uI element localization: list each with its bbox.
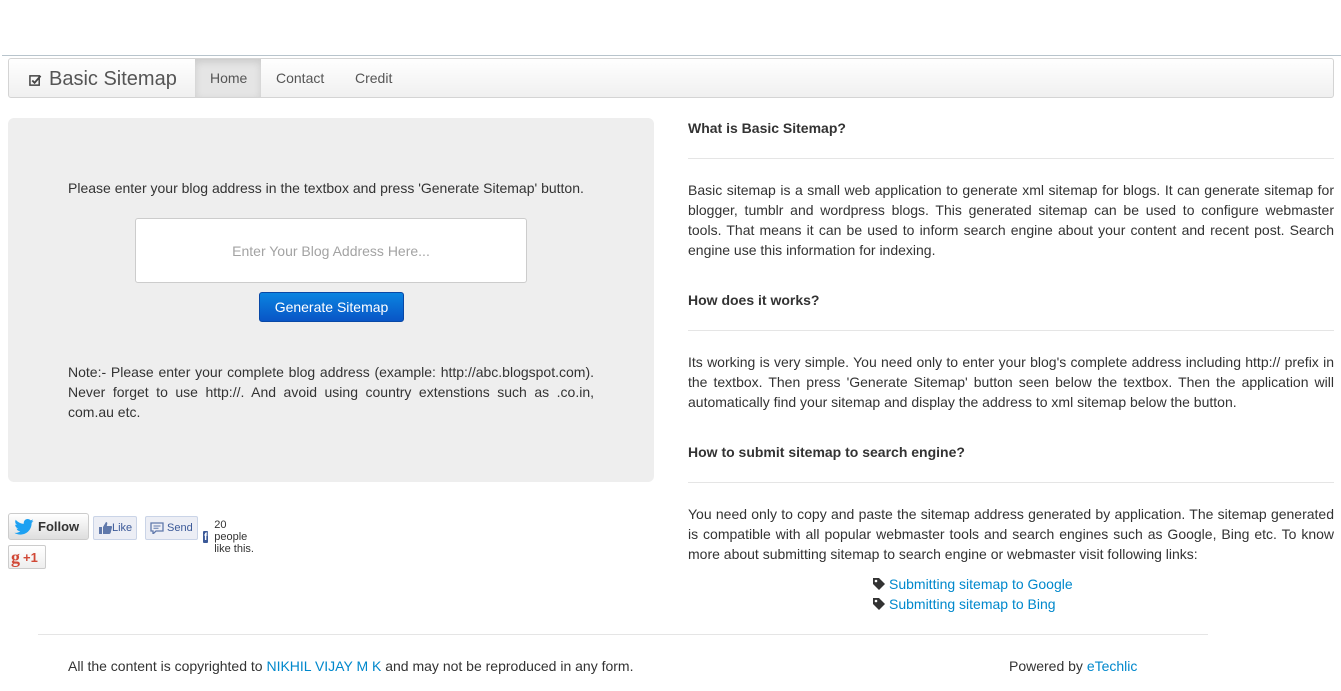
facebook-like-button[interactable]: Like <box>93 516 138 540</box>
tag-icon <box>873 578 885 590</box>
speech-bubble-icon <box>150 522 164 534</box>
generate-sitemap-button[interactable]: Generate Sitemap <box>259 292 404 322</box>
twitter-follow-button[interactable]: Follow <box>8 513 89 540</box>
section-divider <box>688 158 1334 159</box>
twitter-bird-icon <box>14 518 34 535</box>
brand-title: Basic Sitemap <box>49 67 177 90</box>
footer-powered: Powered by eTechlic <box>1009 658 1137 674</box>
blog-address-input[interactable] <box>135 218 527 283</box>
section-divider <box>688 482 1334 483</box>
footer-divider <box>38 634 1208 635</box>
google-plus-button[interactable]: g +1 <box>8 545 46 569</box>
bing-sitemap-link[interactable]: Submitting sitemap to Bing <box>889 594 1056 614</box>
facebook-icon: f <box>203 531 209 543</box>
facebook-like-label: Like <box>112 522 133 534</box>
section-body: You need only to copy and paste the site… <box>688 506 1334 562</box>
brand[interactable]: Basic Sitemap <box>29 59 177 99</box>
twitter-follow-label: Follow <box>38 519 80 534</box>
facebook-like-count-text: 20 people like this. <box>214 519 254 555</box>
facebook-like-count: f 20 people like this. <box>203 519 254 555</box>
nav-contact[interactable]: Contact <box>261 59 339 97</box>
navbar: Basic Sitemap Home Contact Credit <box>8 58 1334 98</box>
author-link[interactable]: NIKHIL VIJAY M K <box>266 658 381 674</box>
section-body: Its working is very simple. You need onl… <box>688 354 1334 410</box>
list-item: Submitting sitemap to Bing <box>872 594 1073 614</box>
section-heading: What is Basic Sitemap? <box>688 120 846 136</box>
reference-links: Submitting sitemap to Google Submitting … <box>872 574 1073 614</box>
copyright-suffix: and may not be reproduced in any form. <box>385 658 634 674</box>
etechlic-link[interactable]: eTechlic <box>1087 658 1138 674</box>
copyright-prefix: All the content is copyrighted to <box>68 658 263 674</box>
hero-note: Note:- Please enter your complete blog a… <box>68 364 594 420</box>
top-divider <box>2 55 1341 56</box>
hero-panel: Please enter your blog address in the te… <box>8 118 654 482</box>
google-plus-label: +1 <box>23 549 38 565</box>
google-sitemap-link[interactable]: Submitting sitemap to Google <box>889 574 1073 594</box>
hero-intro: Please enter your blog address in the te… <box>68 180 584 196</box>
list-item: Submitting sitemap to Google <box>872 574 1073 594</box>
section-body: Basic sitemap is a small web application… <box>688 182 1334 258</box>
nav-home[interactable]: Home <box>195 59 261 97</box>
facebook-send-button[interactable]: Send <box>145 516 198 540</box>
section-divider <box>688 330 1334 331</box>
section-heading: How to submit sitemap to search engine? <box>688 444 965 460</box>
checkbox-icon <box>29 70 42 86</box>
powered-prefix: Powered by <box>1009 658 1083 674</box>
thumbs-up-icon <box>99 522 112 534</box>
google-g-icon: g <box>11 546 20 567</box>
facebook-send-label: Send <box>167 522 193 534</box>
section-heading: How does it works? <box>688 292 820 308</box>
footer-copyright: All the content is copyrighted to NIKHIL… <box>68 658 634 674</box>
nav-credit[interactable]: Credit <box>340 59 407 97</box>
tag-icon <box>873 598 885 610</box>
